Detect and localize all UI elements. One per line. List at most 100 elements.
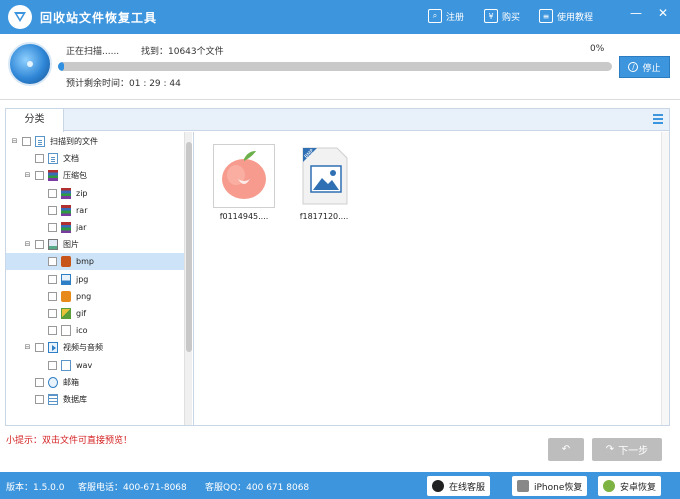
tree-item-checkbox[interactable] bbox=[22, 137, 31, 146]
tree-item-checkbox[interactable] bbox=[48, 205, 57, 215]
tree-item[interactable]: gif bbox=[6, 305, 184, 322]
qq-penguin-icon bbox=[432, 480, 444, 492]
next-step-button[interactable]: ↷ 下一步 bbox=[592, 438, 662, 461]
close-button[interactable]: ✕ bbox=[655, 5, 671, 21]
tree-item[interactable]: ⊟ 压缩包 bbox=[6, 167, 184, 184]
register-icon: ⌕ bbox=[428, 9, 442, 23]
collapse-toggle-icon[interactable]: ⊟ bbox=[23, 171, 32, 180]
tree-item-label: 视频与音频 bbox=[63, 343, 103, 353]
tree-item-checkbox[interactable] bbox=[35, 154, 44, 164]
yen-icon: ¥ bbox=[484, 9, 498, 23]
tree-item[interactable]: ⊟ 图片 bbox=[6, 236, 184, 253]
tree-item[interactable]: rar bbox=[6, 202, 184, 219]
tree-item[interactable]: 文档 bbox=[6, 150, 184, 167]
stop-label: 停止 bbox=[642, 63, 661, 74]
iphone-icon bbox=[517, 480, 529, 492]
tree-item-label: 扫描到的文件 bbox=[50, 137, 98, 146]
tree-item-label: ico bbox=[76, 326, 88, 336]
ico-icon bbox=[61, 325, 71, 337]
tree-item-label: rar bbox=[76, 205, 88, 215]
tree-item-label: bmp bbox=[76, 257, 94, 267]
stop-button[interactable]: / 停止 bbox=[619, 56, 670, 78]
tree-item-checkbox[interactable] bbox=[35, 343, 44, 353]
tree-item[interactable]: ico bbox=[6, 322, 184, 339]
version-text: 版本：1.5.0.0 bbox=[6, 483, 65, 493]
tree-item[interactable]: jar bbox=[6, 219, 184, 236]
scan-progress-fill bbox=[58, 62, 64, 71]
tree-item[interactable]: png bbox=[6, 288, 184, 305]
apple-thumbnail bbox=[213, 144, 275, 208]
scan-progress-bar bbox=[58, 62, 612, 71]
doc-icon bbox=[35, 136, 45, 147]
menu-icon[interactable] bbox=[653, 114, 663, 124]
tree-item-checkbox[interactable] bbox=[35, 171, 44, 181]
mail-icon bbox=[48, 376, 58, 388]
tree-item-checkbox[interactable] bbox=[48, 326, 57, 336]
back-button[interactable]: ↶ bbox=[548, 438, 584, 461]
category-tree: ⊟ 扫描到的文件 文档 ⊟ 压缩包 zip rar jar ⊟ 图片 bmp jpg png gif ico… bbox=[6, 132, 184, 425]
tree-item-checkbox[interactable] bbox=[48, 291, 57, 301]
zip-icon bbox=[61, 187, 71, 199]
online-service-button[interactable]: 在线客服 bbox=[427, 476, 491, 496]
panel-header: 分类 bbox=[6, 109, 669, 132]
android-recovery-button[interactable]: 安卓恢复 bbox=[598, 476, 662, 496]
tree-item[interactable]: jpg bbox=[6, 271, 184, 288]
tree-item-label: gif bbox=[76, 309, 87, 318]
register-button[interactable]: ⌕ 注册 bbox=[428, 8, 464, 24]
tree-item-label: wav bbox=[76, 360, 93, 370]
zip-icon bbox=[61, 204, 71, 216]
tree-item-label: zip bbox=[76, 188, 88, 198]
db-icon bbox=[48, 394, 58, 405]
tree-item[interactable]: zip bbox=[6, 185, 184, 202]
tree-item-checkbox[interactable] bbox=[48, 360, 57, 370]
png-icon bbox=[61, 290, 71, 302]
register-label: 注册 bbox=[446, 12, 465, 23]
minimize-button[interactable]: — bbox=[628, 5, 644, 21]
collapse-toggle-icon[interactable]: ⊟ bbox=[23, 240, 32, 249]
tab-category[interactable]: 分类 bbox=[6, 109, 64, 132]
tree-item[interactable]: 数据库 bbox=[6, 391, 184, 408]
tree-item-label: 文档 bbox=[63, 154, 79, 164]
tree-item[interactable]: 邮箱 bbox=[6, 374, 184, 391]
tree-item-checkbox[interactable] bbox=[48, 188, 57, 198]
tree-item[interactable]: bmp bbox=[6, 253, 184, 271]
online-service-label: 在线客服 bbox=[449, 482, 486, 493]
tree-scrollbar[interactable] bbox=[184, 132, 192, 425]
tree-item[interactable]: wav bbox=[6, 357, 184, 374]
tree-item-label: 压缩包 bbox=[63, 171, 87, 181]
android-icon bbox=[603, 480, 615, 492]
tree-item-checkbox[interactable] bbox=[48, 223, 57, 232]
buy-label: 购买 bbox=[502, 12, 521, 23]
file-grid-scrollbar[interactable] bbox=[661, 132, 669, 425]
app-logo-icon bbox=[8, 5, 32, 29]
gif-icon bbox=[61, 308, 71, 319]
collapse-toggle-icon[interactable]: ⊟ bbox=[10, 137, 19, 146]
back-icon: ↶ bbox=[561, 444, 571, 455]
tree-item[interactable]: ⊟ 视频与音频 bbox=[6, 339, 184, 356]
tree-item-checkbox[interactable] bbox=[48, 257, 57, 267]
tree-item-checkbox[interactable] bbox=[35, 240, 44, 250]
collapse-toggle-icon[interactable]: ⊟ bbox=[23, 343, 32, 352]
tree-item-checkbox[interactable] bbox=[35, 377, 44, 387]
tutorial-button[interactable]: ≡ 使用教程 bbox=[539, 8, 593, 24]
img-icon bbox=[48, 239, 58, 251]
buy-button[interactable]: ¥ 购买 bbox=[484, 8, 520, 24]
tree-item[interactable]: ⊟ 扫描到的文件 bbox=[6, 133, 184, 150]
stop-icon: / bbox=[628, 62, 639, 72]
tree-item-checkbox[interactable] bbox=[48, 274, 57, 284]
pane-splitter[interactable] bbox=[193, 132, 194, 425]
tree-item-checkbox[interactable] bbox=[48, 309, 57, 318]
iphone-recovery-button[interactable]: iPhone恢复 bbox=[512, 476, 588, 496]
file-item-1[interactable]: f0114945.... bbox=[204, 138, 275, 224]
tree-item-checkbox[interactable] bbox=[35, 395, 44, 404]
tree-scrollbar-thumb[interactable] bbox=[186, 142, 192, 352]
forward-icon: ↷ bbox=[605, 444, 615, 455]
file-item-2[interactable]: BMP f1817120.... bbox=[284, 138, 355, 224]
